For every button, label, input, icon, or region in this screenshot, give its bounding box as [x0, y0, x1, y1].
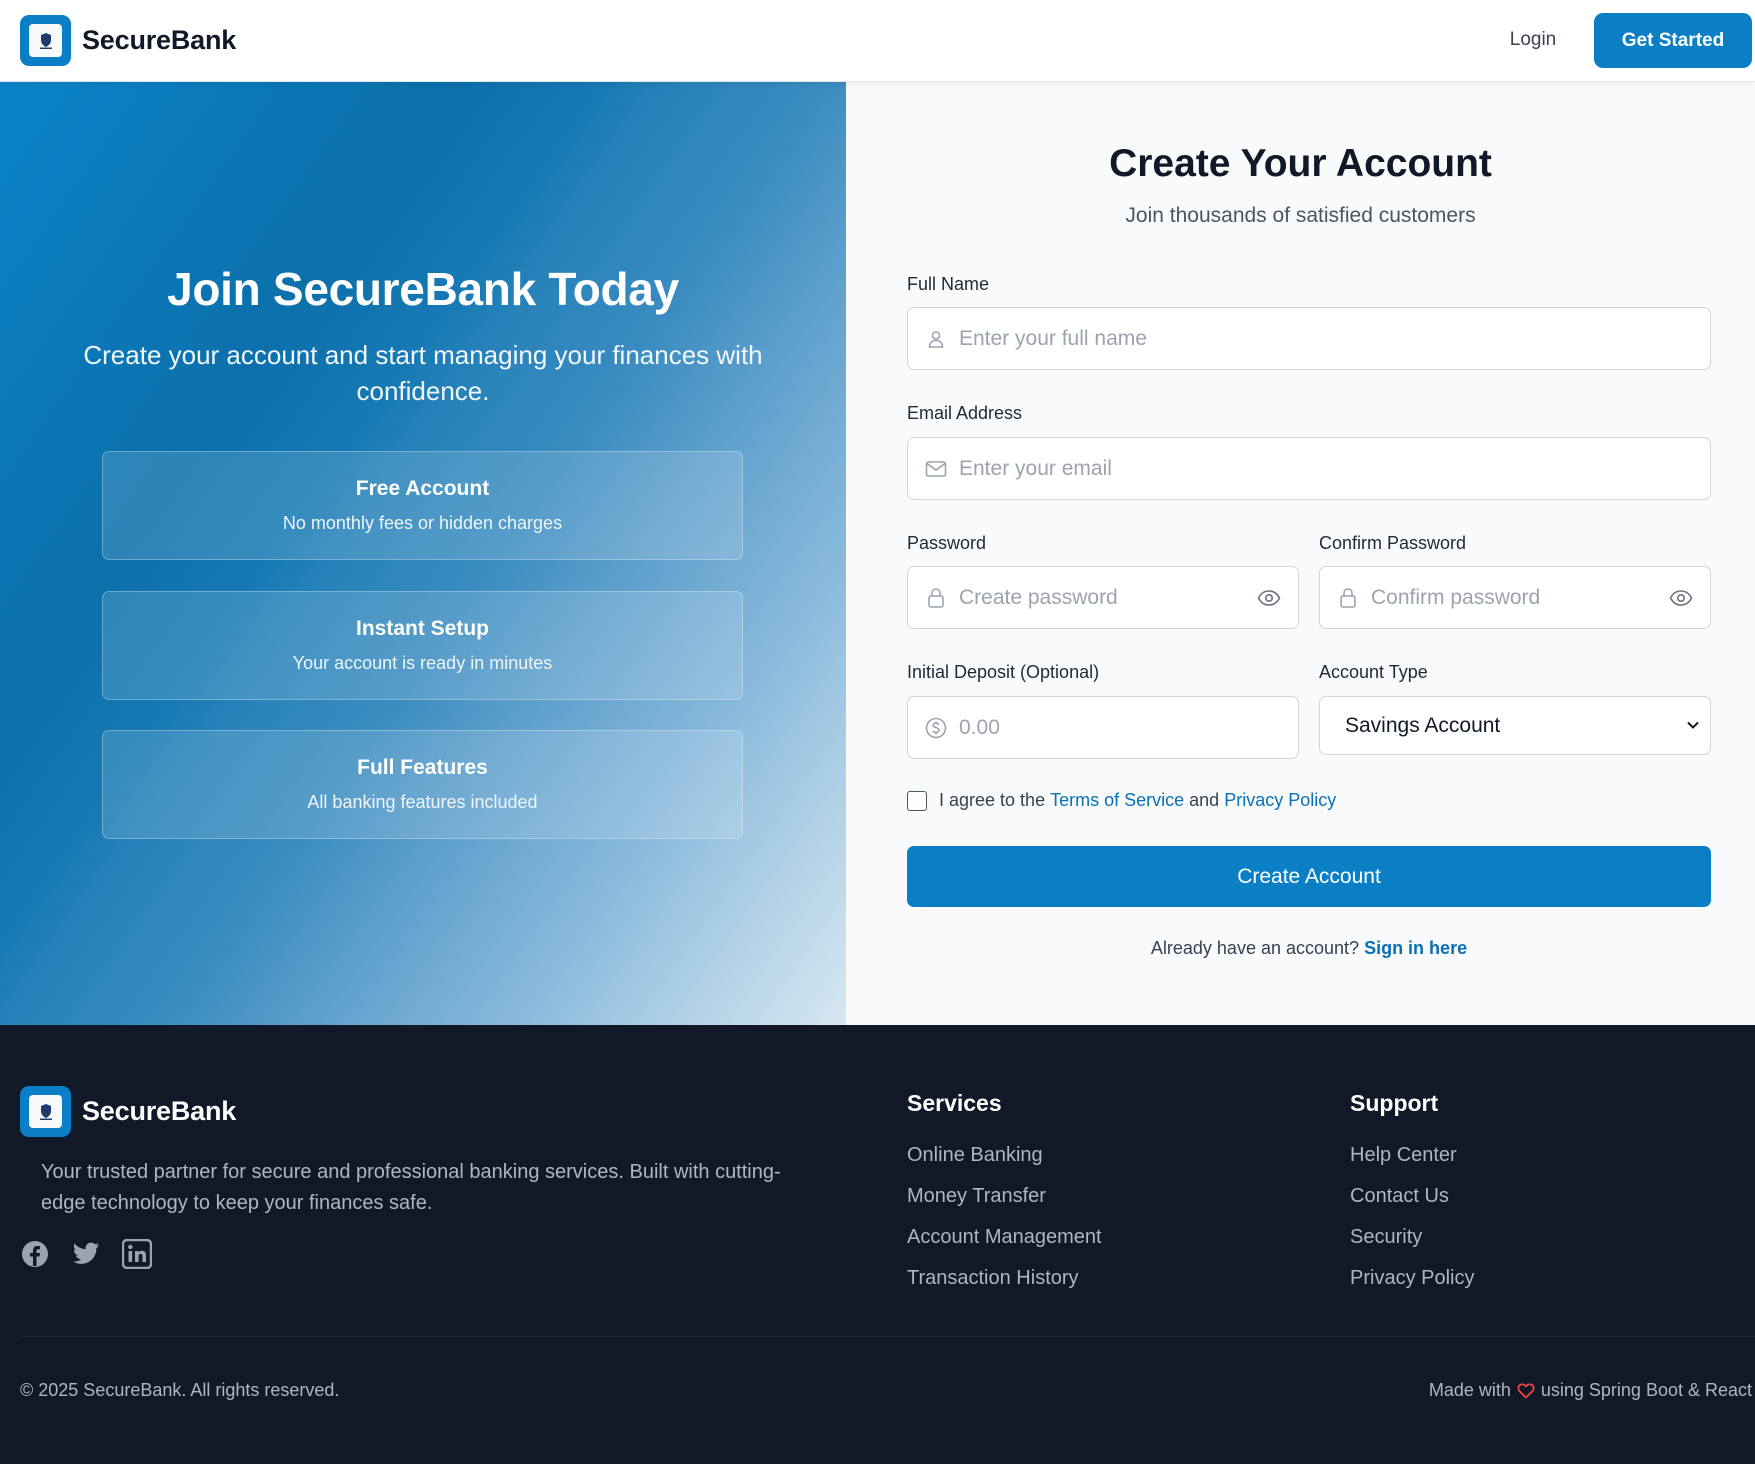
privacy-policy-link[interactable]: Privacy Policy [1224, 790, 1336, 811]
agree-and: and [1189, 790, 1220, 810]
signin-prompt-text: Already have an account? [1150, 938, 1360, 958]
password-label: Password [907, 533, 987, 553]
get-started-button[interactable]: Get Started [1594, 13, 1752, 68]
footer-link-online-banking[interactable]: Online Banking [907, 1144, 1043, 1167]
top-navbar: SecureBank Login Get Started [0, 0, 1755, 82]
footer-divider [20, 1336, 1755, 1337]
footer-brand[interactable]: SecureBank [20, 1086, 236, 1137]
feature-description: Your account is ready in minutes [292, 653, 553, 673]
user-icon [925, 328, 947, 350]
feature-title: Instant Setup [355, 617, 489, 640]
feature-title: Full Features [357, 756, 488, 779]
email-field[interactable] [907, 437, 1711, 500]
show-password-eye-icon[interactable] [1256, 585, 1282, 611]
chevron-down-icon [1686, 717, 1700, 735]
made-with-credit: Made with using Spring Boot & React [1429, 1380, 1752, 1401]
deposit-input[interactable] [959, 697, 1298, 758]
deposit-field[interactable] [907, 696, 1299, 759]
account-type-select[interactable]: Savings Account [1319, 696, 1711, 755]
feature-description: No monthly fees or hidden charges [282, 513, 563, 533]
full-name-field[interactable] [907, 307, 1711, 370]
hero-subtitle: Create your account and start managing y… [83, 340, 763, 406]
feature-card-full-features: Full Features All banking features inclu… [102, 730, 743, 839]
login-button[interactable]: Login [1490, 22, 1576, 58]
account-type-value: Savings Account [1345, 713, 1501, 737]
footer-brand-name: SecureBank [82, 1096, 237, 1126]
full-name-input[interactable] [959, 308, 1710, 369]
account-type-label: Account Type [1319, 662, 1428, 682]
lock-icon [1337, 587, 1359, 609]
made-with-suffix: using Spring Boot & React [1540, 1380, 1752, 1400]
facebook-icon[interactable] [20, 1239, 50, 1269]
feature-description: All banking features included [307, 792, 538, 812]
agree-prefix: I agree to the [939, 790, 1046, 810]
email-input[interactable] [959, 438, 1710, 499]
footer-link-money-transfer[interactable]: Money Transfer [907, 1185, 1046, 1208]
hero-title: Join SecureBank Today [167, 263, 679, 315]
confirm-password-field[interactable] [1319, 566, 1711, 629]
brand[interactable]: SecureBank [20, 15, 236, 66]
password-field[interactable] [907, 566, 1299, 629]
feature-card-instant-setup: Instant Setup Your account is ready in m… [102, 591, 743, 700]
terms-of-service-link[interactable]: Terms of Service [1050, 790, 1184, 811]
footer-link-contact-us[interactable]: Contact Us [1350, 1185, 1449, 1208]
confirm-password-label: Confirm Password [1319, 533, 1467, 553]
form-subtitle: Join thousands of satisfied customers [1125, 204, 1476, 227]
create-account-button[interactable]: Create Account [907, 846, 1711, 907]
mail-icon [925, 458, 947, 480]
terms-checkbox[interactable] [907, 790, 927, 811]
hero-panel: Join SecureBank Today Create your accoun… [0, 82, 846, 1025]
full-name-label: Full Name [907, 274, 990, 294]
footer-link-privacy-policy[interactable]: Privacy Policy [1350, 1267, 1474, 1290]
terms-agreement: I agree to the Terms of Service and Priv… [907, 790, 1336, 811]
services-title: Services [907, 1090, 1002, 1116]
email-label: Email Address [907, 403, 1023, 423]
made-with-prefix: Made with [1428, 1380, 1511, 1400]
footer-link-security[interactable]: Security [1350, 1226, 1422, 1249]
logo-icon [20, 1086, 71, 1137]
footer-description: Your trusted partner for secure and prof… [41, 1161, 781, 1214]
footer-link-transaction-history[interactable]: Transaction History [907, 1267, 1079, 1290]
logo-icon [20, 15, 71, 66]
form-title: Create Your Account [1109, 142, 1492, 185]
footer-link-account-management[interactable]: Account Management [907, 1226, 1102, 1249]
feature-card-free-account: Free Account No monthly fees or hidden c… [102, 451, 743, 560]
lock-icon [925, 587, 947, 609]
heart-icon [1517, 1382, 1535, 1399]
twitter-icon[interactable] [71, 1239, 101, 1269]
feature-title: Free Account [355, 477, 490, 500]
linkedin-icon[interactable] [122, 1239, 152, 1269]
password-input[interactable] [959, 567, 1256, 628]
show-confirm-password-eye-icon[interactable] [1668, 585, 1694, 611]
copyright: © 2025 SecureBank. All rights reserved. [20, 1380, 340, 1400]
deposit-label: Initial Deposit (Optional) [907, 662, 1100, 682]
signin-prompt: Already have an account? Sign in here [907, 938, 1711, 959]
brand-name: SecureBank [82, 25, 237, 55]
dollar-circle-icon [925, 717, 947, 739]
confirm-password-input[interactable] [1371, 567, 1668, 628]
footer-link-help-center[interactable]: Help Center [1350, 1144, 1457, 1167]
support-title: Support [1350, 1090, 1439, 1116]
sign-in-link[interactable]: Sign in here [1364, 938, 1467, 958]
